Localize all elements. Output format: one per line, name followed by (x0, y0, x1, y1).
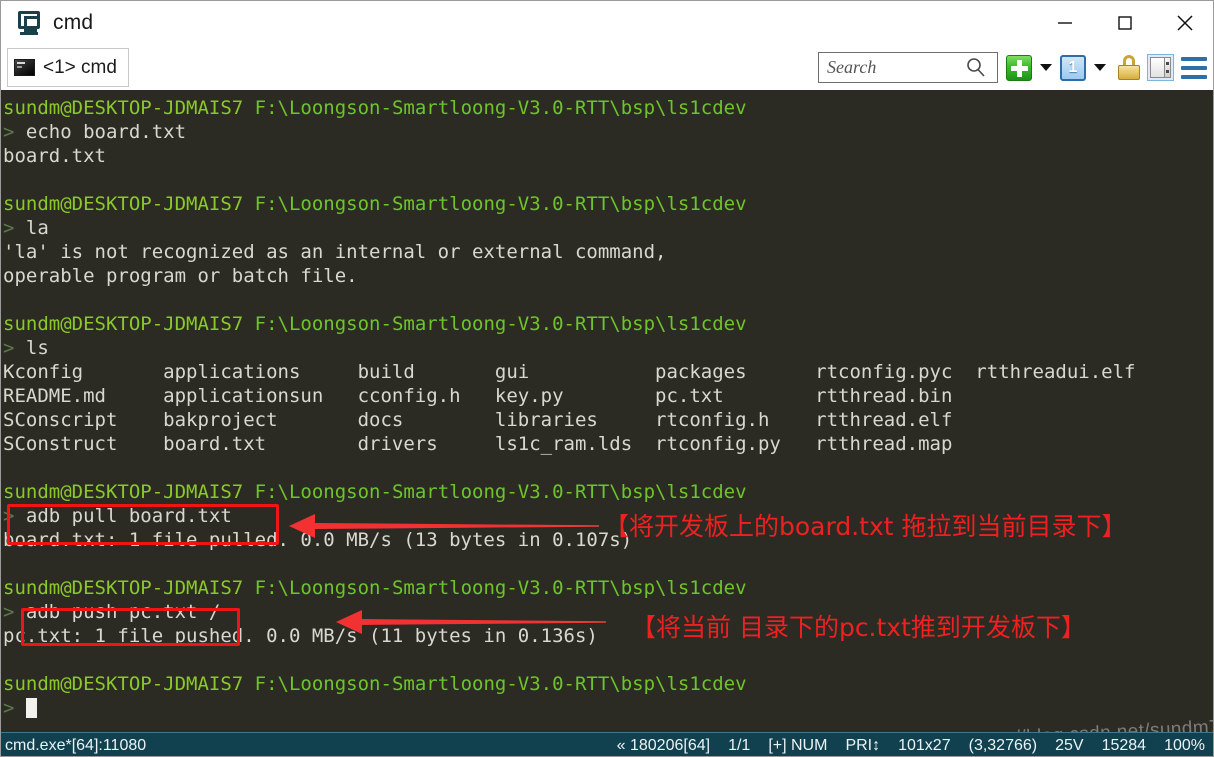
output-line: README.md applicationsun cconfig.h key.p… (3, 385, 953, 407)
title-bar: cmd (1, 1, 1213, 45)
chevron-down-icon-new[interactable] (1040, 64, 1052, 71)
lock-icon (1118, 54, 1140, 81)
status-bar: cmd.exe*[64]:11080 « 180206[64] 1/1 [+] NU… (1, 732, 1213, 756)
status-item: 100% (1164, 736, 1205, 754)
active-console-button[interactable]: 1 (1060, 54, 1086, 81)
prompt-line: sundm@DESKTOP-JDMAIS7 F:\Loongson-Smartl… (3, 577, 747, 599)
output-line: SConscript bakproject docs libraries rtc… (3, 409, 953, 431)
tab-bar: <1> cmd 1 (1, 45, 1213, 90)
text-cursor (25, 698, 37, 718)
green-plus-icon (1006, 54, 1032, 81)
command-line: > echo board.txt (3, 121, 187, 143)
output-line: board.txt (3, 145, 106, 167)
search-icon (965, 57, 987, 79)
window-title: cmd (53, 11, 94, 34)
prompt-line: sundm@DESKTOP-JDMAIS7 F:\Loongson-Smartl… (3, 193, 747, 215)
status-item: 101x27 (898, 736, 951, 754)
new-console-button[interactable] (1006, 54, 1032, 81)
output-line: 'la' is not recognized as an internal or… (3, 241, 667, 263)
command-line: > la (3, 217, 49, 239)
app-icon (17, 10, 43, 36)
panel-icon (1147, 54, 1174, 81)
search-box[interactable] (818, 52, 998, 83)
conemu-window: cmd <1> cmd Search 1 sundm@DESKTOP-JDMAI… (0, 0, 1214, 757)
status-process: cmd.exe*[64]:11080 (5, 736, 147, 754)
console-icon (14, 59, 35, 76)
search-input[interactable] (827, 57, 965, 78)
status-item: « 180206[64] (616, 736, 711, 754)
push-annotation-arrow (336, 609, 606, 635)
prompt-line: sundm@DESKTOP-JDMAIS7 F:\Loongson-Smartl… (3, 673, 747, 695)
console-number-icon: 1 (1060, 54, 1086, 81)
output-line: SConstruct board.txt drivers ls1c_ram.ld… (3, 433, 953, 455)
window-controls (1035, 1, 1213, 45)
status-item: [+] NUM (768, 736, 828, 754)
maximize-button[interactable] (1095, 1, 1155, 45)
command-line: > (3, 696, 1213, 720)
status-item: 25V (1055, 736, 1084, 754)
status-item: 15284 (1101, 736, 1147, 754)
pull-annotation-text: 【将开发板上的board.txt 拖拉到当前目录下】 (604, 512, 1127, 541)
lock-button[interactable] (1114, 54, 1144, 81)
output-line: operable program or batch file. (3, 265, 358, 287)
minimize-button[interactable] (1035, 1, 1095, 45)
status-items: « 180206[64] 1/1 [+] NUM PRI↕ 101x27 (3,32766… (617, 737, 1211, 755)
status-item: PRI↕ (845, 736, 881, 754)
hamburger-icon (1181, 56, 1207, 79)
prompt-line: sundm@DESKTOP-JDMAIS7 F:\Loongson-Smartl… (3, 313, 747, 335)
prompt-line: sundm@DESKTOP-JDMAIS7 F:\Loongson-Smartl… (3, 97, 747, 119)
command-line: > ls (3, 337, 49, 359)
tab-label: <1> cmd (43, 56, 117, 78)
output-line: Kconfig applications build gui packages … (3, 361, 1136, 383)
push-annotation-text: 【将当前 目录下的pc.txt推到开发板下】 (631, 613, 1086, 642)
pull-annotation-arrow (289, 513, 599, 539)
show-panel-button[interactable] (1144, 54, 1177, 81)
tab-cmd-1[interactable]: <1> cmd (7, 48, 129, 87)
toolbar: 1 (818, 52, 1213, 83)
status-item: 1/1 (728, 736, 751, 754)
status-item: (3,32766) (968, 736, 1038, 754)
close-button[interactable] (1155, 1, 1213, 45)
menu-button[interactable] (1177, 56, 1207, 79)
chevron-down-icon-active[interactable] (1094, 64, 1106, 71)
prompt-line: sundm@DESKTOP-JDMAIS7 F:\Loongson-Smartl… (3, 481, 747, 503)
